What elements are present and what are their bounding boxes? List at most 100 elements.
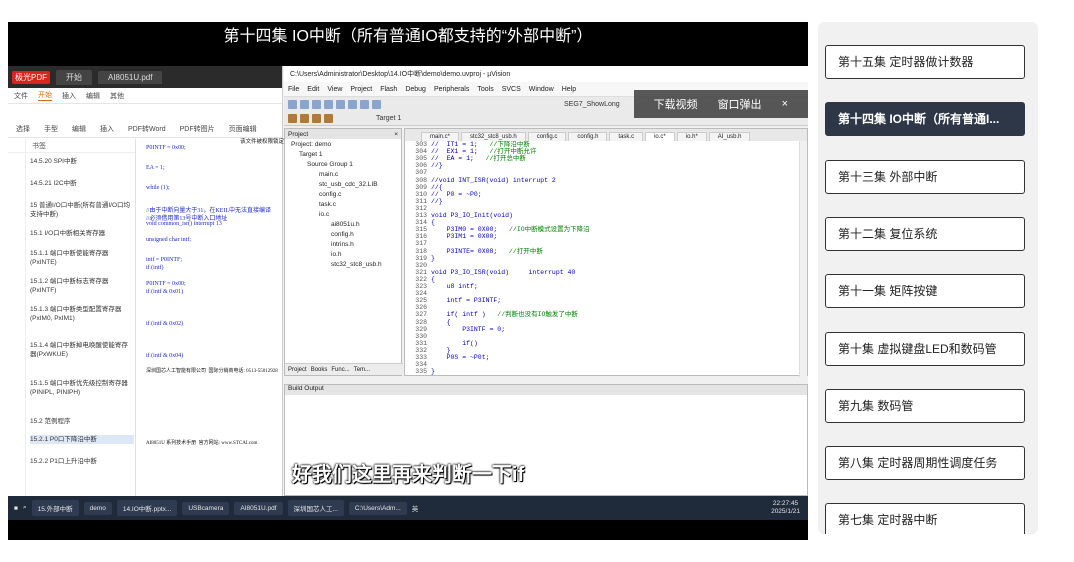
code-text: } [431, 368, 435, 376]
cut-icon [324, 100, 333, 109]
pdf-code-line: intf = P0INTF; [146, 257, 183, 263]
video-player[interactable]: 第十四集 IO中断（所有普通IO都支持的“外部中断”） 极光PDF 开始 AI8… [8, 22, 808, 540]
build-output-header: Build Output [285, 385, 807, 395]
uvision-titlebar: C:\Users\Administrator\Desktop\14.IO中断\d… [284, 66, 808, 82]
download-video-button[interactable]: 下载视频 [644, 96, 708, 112]
editor-tab: AI_usb.h [708, 132, 751, 141]
pdf-tool: 手型 [44, 126, 58, 133]
pdf-page: P0INTF = 0x00; EA = 1; while (1); //由于中断… [140, 139, 284, 496]
pdf-tool: 插入 [100, 126, 114, 133]
code-text: } [431, 346, 451, 354]
pdf-outline-panel: 书签 14.5.20 SPI中断 14.5.21 I2C中断 15 普通I/O口… [8, 139, 136, 496]
episode-item[interactable]: 第七集 定时器中断 [825, 503, 1025, 534]
pdf-tool: 编辑 [72, 126, 86, 133]
code-text: intf = P3INTF; [431, 297, 502, 305]
taskbar-item: demo [83, 501, 112, 515]
download-icon [324, 114, 333, 123]
outline-item: 14.5.21 I2C中断 [30, 180, 77, 187]
episode-item[interactable]: 第十五集 定时器做计数器 [825, 45, 1025, 79]
pdf-tool: 选择 [16, 126, 30, 133]
pdf-header: AI8051U 系列技术手册 官方网站: www.STCAI.com [146, 441, 258, 446]
episode-item[interactable]: 第十集 虚拟键盘LED和数码管 [825, 331, 1025, 366]
code-text: void P3_IO_ISR(void) interrupt 40 [431, 268, 576, 276]
taskbar-item: 15.外部中断 [31, 500, 79, 516]
uv-menu-item: Window [528, 85, 554, 93]
outline-item: 15.1.5 端口中断优先级控制寄存器(PINIPL, PINIPH) [30, 380, 128, 396]
pdf-tool: 页面编辑 [228, 126, 257, 133]
video-subtitle: 好我们这里再来判断一下if [291, 464, 525, 486]
uv-menu-item: Project [350, 85, 373, 93]
uvision-window: C:\Users\Administrator\Desktop\14.IO中断\d… [284, 66, 808, 496]
editor-tabs: main.c* stc32_stc8_usb.h config.c config… [405, 129, 807, 141]
video-title: 第十四集 IO中断（所有普通IO都支持的“外部中断”） [223, 28, 593, 45]
taskbar-item: 深圳国芯人工... [287, 500, 344, 516]
line-number: 335 [415, 368, 427, 376]
outline-item: 15.1.1 端口中断使能寄存器(PxINTE) [30, 250, 109, 266]
code-text: { [431, 275, 435, 283]
pdf-menu-bar: 文件 开始 插入 编辑 其他 [8, 88, 282, 104]
save-icon [312, 100, 321, 109]
code-text: { [431, 318, 451, 326]
uv-menu-item: Debug [405, 85, 426, 93]
redo-icon [372, 100, 381, 109]
tree-item: io.h [331, 251, 342, 258]
pdf-reader-window: 极光PDF 开始 AI8051U.pdf 文件 开始 插入 编辑 其他 选择 手… [8, 66, 284, 496]
code-text: //} [431, 162, 443, 170]
episode-item[interactable]: 第九集 数码管 [825, 388, 1025, 423]
build-icon [300, 114, 309, 123]
editor-scrollbar [799, 141, 807, 377]
episode-item-active[interactable]: 第十四集 IO中断（所有普通I... [825, 102, 1025, 137]
uv-menu-item: Flash [380, 85, 398, 93]
code-comment: //打开总中断 [473, 155, 526, 163]
editor-tab: task.c [609, 132, 644, 141]
uv-menu-item: SVCS [501, 85, 521, 93]
proj-tab: Func... [331, 366, 350, 373]
uv-menu-item: Tools [477, 85, 494, 93]
pdf-code-line: if (intf & 0x04) [146, 353, 184, 359]
code-text: // IT1 = 1; [431, 141, 478, 148]
code-text: if( intf ) [431, 311, 486, 319]
outline-item: 15 普通I/O口中断(所有普通I/O口均支持中断) [30, 202, 131, 218]
pdf-titlebar: 极光PDF 开始 AI8051U.pdf [8, 66, 282, 88]
video-frame: 极光PDF 开始 AI8051U.pdf 文件 开始 插入 编辑 其他 选择 手… [8, 66, 808, 520]
tree-item: task.c [319, 201, 336, 208]
code-text: //{ [431, 183, 443, 191]
pdf-menu-item: 其他 [110, 92, 124, 100]
tree-item: Target 1 [299, 151, 323, 158]
copy-icon [336, 100, 345, 109]
episode-item[interactable]: 第十二集 复位系统 [825, 216, 1025, 251]
pdf-tab-document: AI8051U.pdf [98, 70, 163, 84]
close-icon: × [394, 130, 398, 138]
code-line: 335} [405, 368, 435, 376]
episode-item[interactable]: 第八集 定时器周期性调度任务 [825, 446, 1025, 481]
popout-window-button[interactable]: 窗口弹出 [708, 96, 772, 112]
episode-item[interactable]: 第十三集 外部中断 [825, 159, 1025, 194]
proj-tab: Tem... [353, 366, 371, 373]
paste-icon [348, 100, 357, 109]
outline-item: 15.1.3 端口中断类型配置寄存器(PxIM0, PxIM1) [30, 306, 122, 322]
editor-tab: config.h [568, 132, 608, 141]
episode-item[interactable]: 第十一集 矩阵按键 [825, 274, 1025, 309]
project-panel-header: Project × [285, 129, 401, 139]
tree-item: stc_usb_cdc_32.LIB [319, 181, 378, 188]
pdf-tool: PDF转Word [128, 126, 166, 133]
editor-tab-active: io.c* [645, 132, 675, 141]
windows-start-icon: ■ [14, 504, 18, 512]
pdf-menu-item: 文件 [14, 92, 28, 100]
code-comment: //下降沿中断 [477, 141, 530, 148]
pdf-menu-item: 编辑 [86, 92, 100, 100]
tree-item: main.c [319, 171, 339, 178]
pdf-outline-header: 书签 [8, 139, 135, 153]
search-icon: ⌕ [22, 504, 27, 511]
pdf-code-line: while (1); [146, 185, 170, 191]
code-text: void P3_IO_Init(void) [431, 212, 513, 219]
proj-tab: Project [288, 366, 307, 373]
code-text: // P0 = ~P0; [431, 190, 482, 198]
uv-menu-item: Help [561, 85, 577, 93]
toolbar-target-field: SEG7_ShowLong [564, 101, 620, 108]
tree-item: config.c [319, 191, 342, 198]
ime-indicator: 英 [411, 506, 419, 513]
translate-icon [288, 114, 297, 123]
undo-icon [360, 100, 369, 109]
close-icon[interactable]: × [772, 98, 798, 110]
